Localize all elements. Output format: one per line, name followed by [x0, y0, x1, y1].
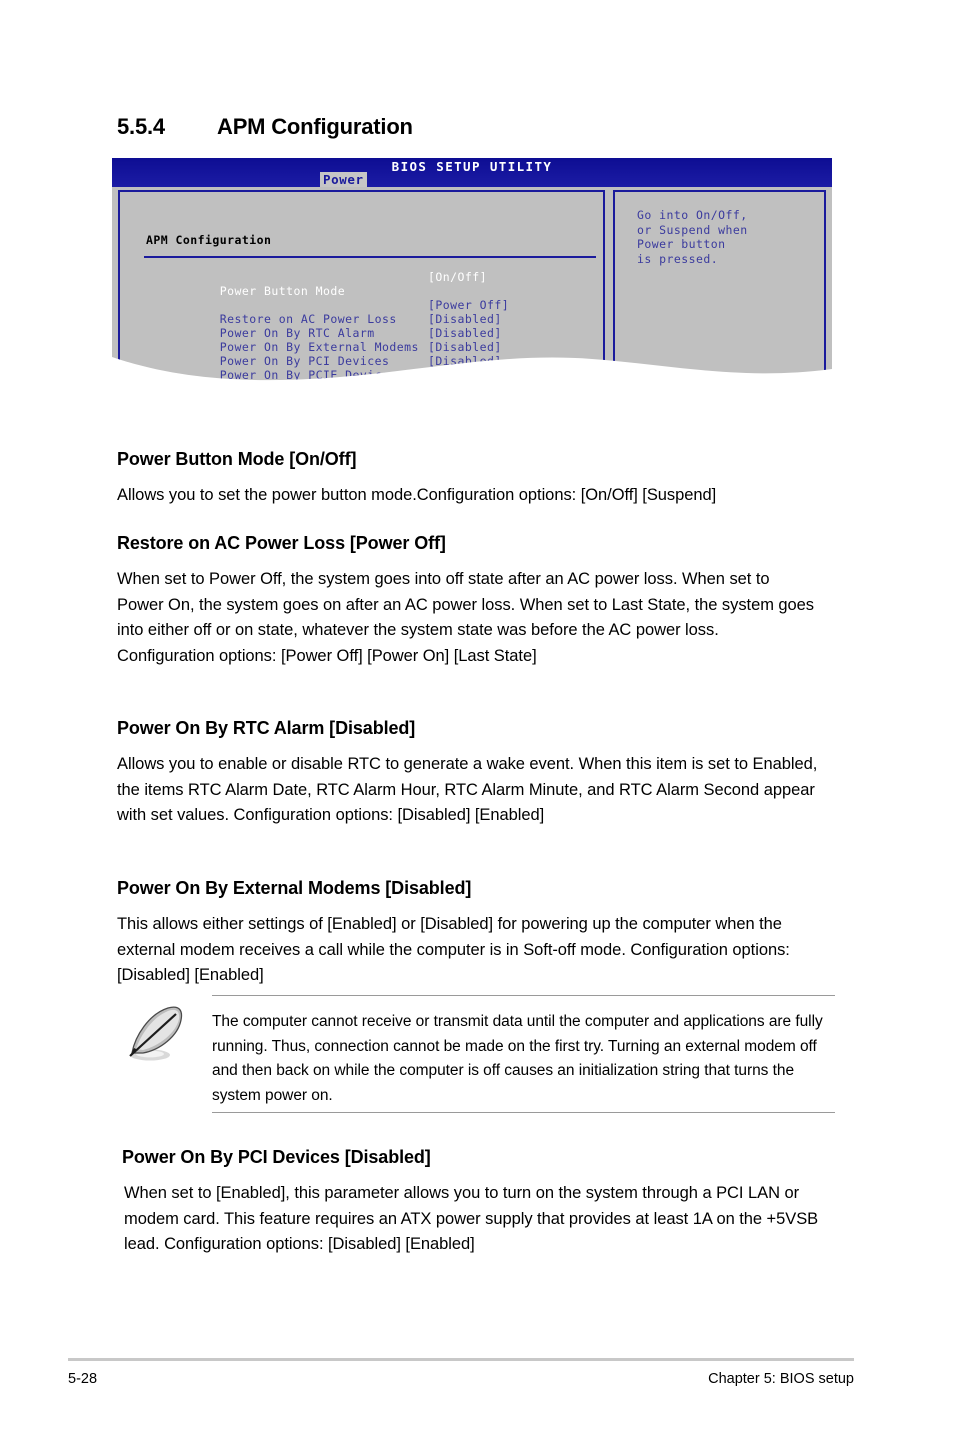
bios-row-value: [Power Off] — [428, 298, 510, 312]
torn-edge-decoration — [112, 357, 832, 383]
bios-tab-power[interactable]: Power — [320, 172, 367, 188]
page-title: 5.5.4 APM Configuration — [117, 114, 413, 140]
bios-panel-heading: APM Configuration — [146, 233, 272, 247]
bios-help-text: Go into On/Off, or Suspend when Power bu… — [637, 208, 748, 266]
item-heading-power-button-mode: Power Button Mode [On/Off] — [117, 449, 357, 469]
section-number: 5.5.4 — [117, 114, 165, 139]
bios-body: APM Configuration Power Button Mode [On/… — [112, 187, 832, 383]
bios-screenshot: BIOS SETUP UTILITY Power APM Configurati… — [112, 158, 832, 383]
item-heading-power-on-by-rtc-alarm: Power On By RTC Alarm [Disabled] — [117, 718, 416, 738]
bios-row-value: [Disabled] — [428, 326, 502, 340]
footer-chapter: Chapter 5: BIOS setup — [708, 1371, 854, 1387]
item-heading-power-on-by-external-modems: Power On By External Modems [Disabled] — [117, 878, 472, 898]
bios-utility-title: BIOS SETUP UTILITY — [391, 159, 553, 174]
item-body-restore-on-ac-power-loss: When set to Power Off, the system goes i… — [117, 570, 814, 666]
item-heading-power-on-by-pci-devices: Power On By PCI Devices [Disabled] — [122, 1147, 431, 1167]
bios-row-value: [Disabled] — [428, 312, 502, 326]
section-title: APM Configuration — [217, 114, 413, 139]
item-heading-restore-on-ac-power-loss: Restore on AC Power Loss [Power Off] — [117, 533, 446, 553]
bios-row-label: Power Button Mode — [219, 284, 346, 298]
page: 5.5.4 APM Configuration BIOS SETUP UTILIT… — [0, 0, 954, 1438]
bios-panel-divider — [144, 256, 596, 258]
note-rule-top — [212, 995, 835, 996]
bios-titlebar: BIOS SETUP UTILITY Power — [112, 158, 832, 188]
footer-page-number: 5-28 — [68, 1371, 98, 1387]
bios-row-value: [On/Off] — [428, 270, 487, 284]
item-body-power-on-by-rtc-alarm: Allows you to enable or disable RTC to g… — [117, 755, 818, 825]
footer-divider — [68, 1358, 854, 1361]
item-body-power-button-mode: Allows you to set the power button mode.… — [117, 486, 717, 504]
note-text: The computer cannot receive or transmit … — [212, 1013, 823, 1104]
item-body-power-on-by-external-modems: This allows either settings of [Enabled]… — [117, 915, 790, 985]
item-body-power-on-by-pci-devices: When set to [Enabled], this parameter al… — [124, 1184, 819, 1254]
quill-pen-icon — [129, 1006, 183, 1061]
note-rule-bottom — [212, 1112, 835, 1113]
